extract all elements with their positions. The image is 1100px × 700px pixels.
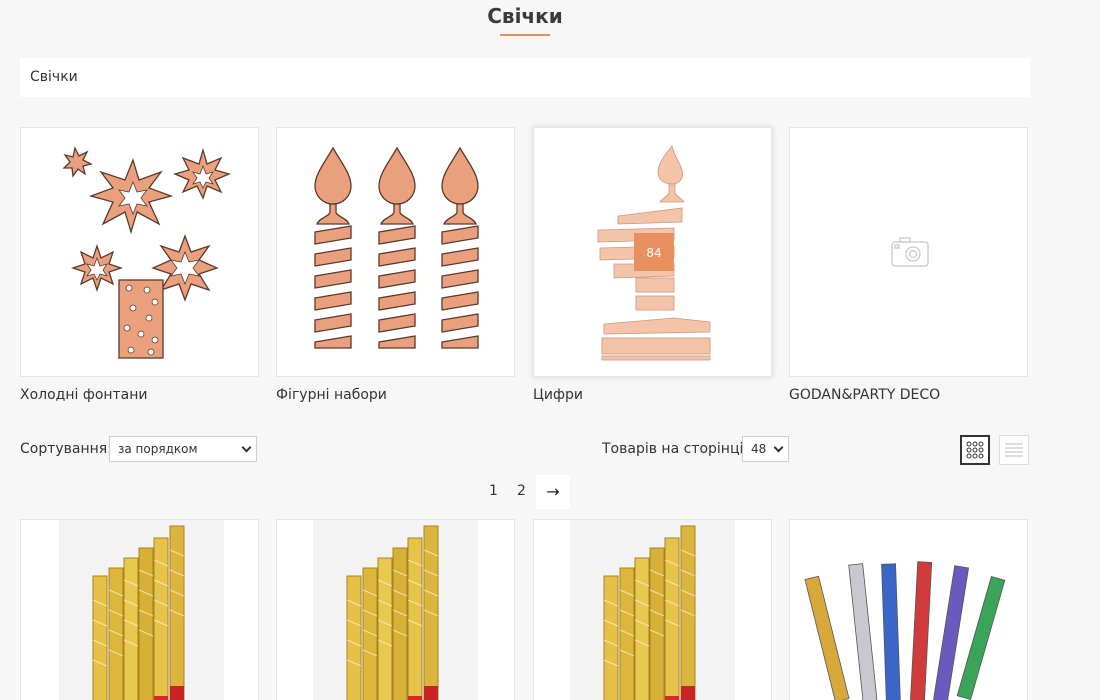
grid-icon	[966, 441, 984, 459]
category-card-cold-fountains[interactable]	[20, 127, 259, 377]
per-page-select-value: 48	[751, 442, 767, 456]
per-page-select[interactable]: 48	[742, 436, 789, 462]
product-image-gold-sparklers	[59, 520, 224, 700]
page-title: Свічки	[487, 4, 563, 28]
category-card-godan-party-deco[interactable]	[789, 127, 1028, 377]
product-card[interactable]	[20, 519, 259, 700]
next-page-button[interactable]: →	[536, 475, 570, 509]
page-link-1[interactable]: 1	[489, 483, 498, 499]
category-label-godan-party-deco[interactable]: GODAN&PARTY DECO	[789, 387, 940, 403]
camera-placeholder-icon	[891, 237, 929, 267]
product-card[interactable]	[533, 519, 772, 700]
product-card[interactable]	[789, 519, 1028, 700]
sort-select[interactable]: за порядком	[109, 436, 257, 462]
list-view-button[interactable]	[999, 435, 1029, 465]
product-image-gold-sparklers	[570, 520, 735, 700]
category-label-numbers[interactable]: Цифри	[533, 387, 583, 403]
per-page-label: Товарів на сторінці:	[602, 441, 749, 457]
chevron-down-icon	[773, 442, 784, 453]
product-image-color-sparklers	[804, 561, 1006, 700]
breadcrumb-current: Свічки	[30, 69, 78, 85]
category-card-numbers[interactable]: 84	[533, 127, 772, 377]
chevron-down-icon	[241, 442, 252, 453]
cold-fountain-icon	[62, 146, 231, 359]
sort-label: Сортування:	[20, 441, 112, 457]
product-image-gold-sparklers	[313, 520, 478, 700]
number-candle-icon: 84	[597, 145, 711, 361]
category-label-figured-sets[interactable]: Фігурні набори	[276, 387, 387, 403]
grid-view-button[interactable]	[960, 435, 990, 465]
title-underline	[500, 34, 550, 36]
sort-select-value: за порядком	[118, 442, 198, 456]
category-label-cold-fountains[interactable]: Холодні фонтани	[20, 387, 148, 403]
figured-candles-icon	[314, 147, 479, 349]
product-card[interactable]	[276, 519, 515, 700]
breadcrumb: Свічки	[20, 58, 1030, 97]
page-link-2[interactable]: 2	[517, 483, 526, 499]
number-badge-text: 84	[646, 246, 661, 260]
category-card-figured-sets[interactable]	[276, 127, 515, 377]
list-icon	[1005, 443, 1023, 457]
